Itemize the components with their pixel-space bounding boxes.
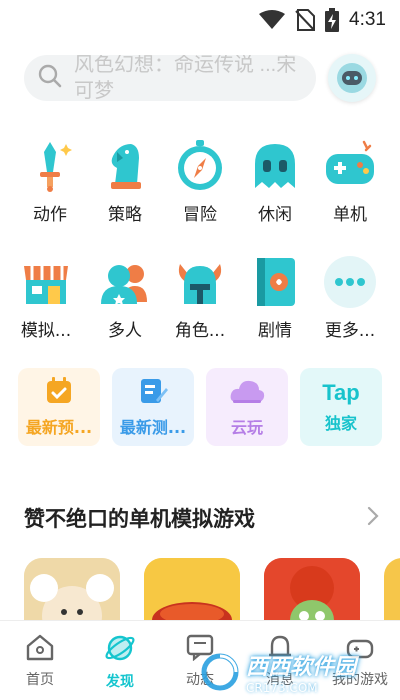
category-label: 休闲 [258,205,292,225]
calendar-check-icon [44,376,74,410]
tab-label: 首页 [26,672,54,688]
category-multiplayer[interactable]: 多人 [87,254,163,341]
viking-helmet-icon [172,254,228,310]
category-label: 单机 [333,205,367,225]
category-label: 冒险 [183,205,217,225]
chess-knight-icon [97,138,153,194]
tab-label: 发现 [106,674,134,690]
category-label: 动作 [33,205,67,225]
more-dots-icon [322,254,378,310]
wifi-icon [259,10,286,30]
watermark-sub: CR173.COM [246,681,318,695]
tab-home[interactable]: 首页 [0,621,80,700]
hotpot-icon [144,558,240,628]
category-label: 多人 [108,321,142,341]
home-icon [25,633,55,665]
search-row: 风色幻想：命运传说 ...宋可梦 [24,52,384,104]
gamepad-icon [322,138,378,194]
category-action[interactable]: 动作 [12,138,88,225]
search-hint: 风色幻想：命运传说 ...宋可梦 [74,55,297,101]
book-icon [247,254,303,310]
quick-link-label: 云玩 [230,418,263,437]
game-thumbnail[interactable] [24,558,120,628]
quick-links: 最新预... 最新测... 云玩 Tap 独家 [18,368,382,446]
tap-logo-icon: Tap [322,380,360,405]
category-adventure[interactable]: 冒险 [162,138,238,225]
astronaut-avatar-icon [337,63,367,93]
status-bar: 4:31 [0,0,400,40]
category-row-2: 模拟... 多人 角色... 剧情 更多... [0,254,400,354]
quick-link-cloud-play[interactable]: 云玩 [206,368,288,446]
grandpa-character-icon [24,558,120,628]
planet-icon [105,633,135,667]
status-time: 4:31 [349,9,386,30]
quick-link-label: 独家 [324,414,357,433]
section-title: 赞不绝口的单机模拟游戏 [24,507,255,531]
quick-link-latest-tests[interactable]: 最新测... [112,368,194,446]
category-label: 模拟... [20,321,72,341]
tab-discover[interactable]: 发现 [80,621,160,700]
compass-icon [172,138,228,194]
avatar[interactable] [328,54,376,102]
sword-icon [22,138,78,194]
quick-link-label: 最新预... [25,418,93,437]
quick-link-label: 最新测... [119,418,187,437]
category-label: 剧情 [258,321,292,341]
chevron-right-icon[interactable] [366,506,380,530]
no-sim-icon [295,9,316,31]
watermark-text: 西西软件园 [246,655,357,680]
cloud-icon [229,376,265,410]
battery-charging-icon [325,8,340,32]
games-row [24,558,400,628]
people-icon [97,254,153,310]
zombie-character-icon [264,558,360,628]
category-casual[interactable]: 休闲 [237,138,313,225]
game-thumbnail[interactable] [384,558,400,628]
game-thumbnail[interactable] [144,558,240,628]
category-story[interactable]: 剧情 [237,254,313,341]
game-thumbnail[interactable] [264,558,360,628]
category-row-1: 动作 策略 冒险 休闲 单机 [0,138,400,238]
category-role-playing[interactable]: 角色... [162,254,238,341]
quick-link-latest-reservations[interactable]: 最新预... [18,368,100,446]
category-simulation[interactable]: 模拟... [8,254,84,341]
category-label: 更多... [324,321,376,341]
category-label: 角色... [174,321,226,341]
edit-note-icon [138,376,168,410]
category-strategy[interactable]: 策略 [87,138,163,225]
search-icon [38,64,62,92]
shop-icon [18,254,74,310]
watermark-logo-icon [201,653,239,691]
category-label: 策略 [108,205,142,225]
search-input[interactable]: 风色幻想：命运传说 ...宋可梦 [24,55,316,101]
section-header[interactable]: 赞不绝口的单机模拟游戏 [24,500,380,536]
watermark: 西西软件园 CR173.COM [200,652,388,695]
ghost-icon [247,138,303,194]
category-single-player[interactable]: 单机 [312,138,388,225]
quick-link-exclusive[interactable]: Tap 独家 [300,368,382,446]
category-more[interactable]: 更多... [312,254,388,341]
